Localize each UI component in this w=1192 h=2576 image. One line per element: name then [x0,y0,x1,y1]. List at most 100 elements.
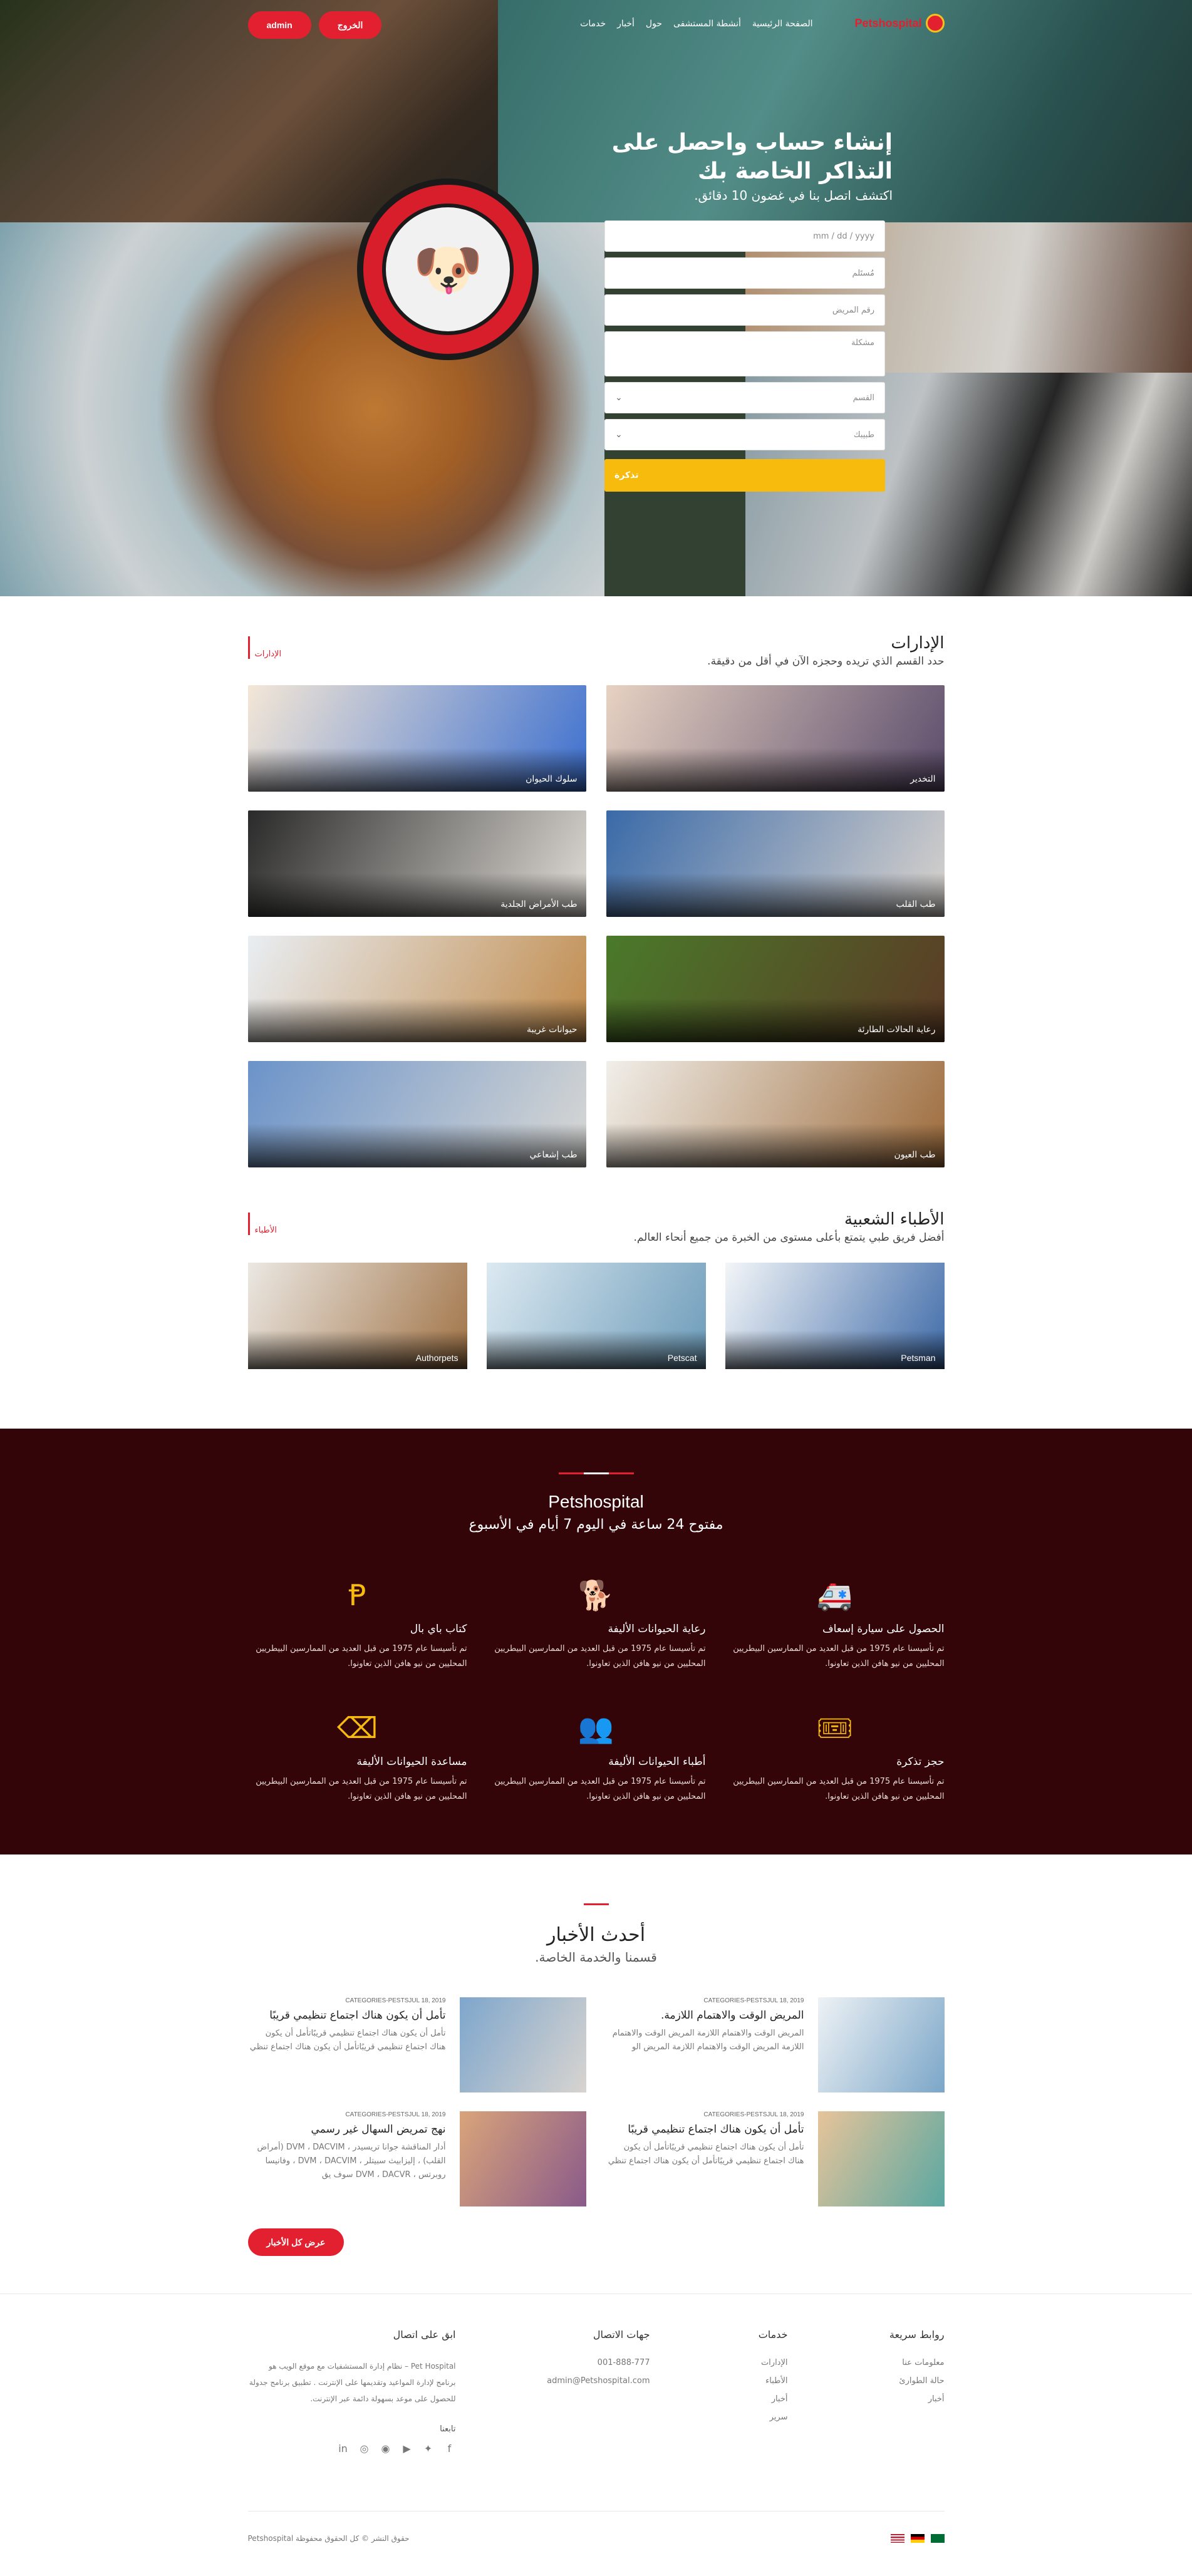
surname-placeholder: مُستَلم [852,268,874,278]
news-post-category[interactable]: CATEGORIES-PESTS [703,2111,767,2118]
twitter-icon[interactable]: ✦ [422,2443,435,2454]
flag-usa-icon[interactable] [890,2534,904,2543]
footer-stay-connected: ابق على اتصال Pet Hospital – نظام إدارة … [248,2329,456,2454]
footer-services: خدمات الإدارات الأطباء أخبار سرير [650,2329,788,2454]
submit-ticket-button[interactable]: تذكرة [604,459,885,492]
news-post-category[interactable]: CATEGORIES-PESTS [703,1997,767,2004]
youtube-icon[interactable]: ▶ [401,2443,413,2454]
departments-section: الإدارات حدد القسم الذي تريده وحجزه الآن… [0,596,1192,1167]
department-card[interactable]: حيوانات غريبة [247,936,586,1042]
footer-link-news[interactable]: أخبار [788,2394,945,2404]
footer-contacts: جهات الاتصال 001-888-777 admin@Petshospi… [456,2329,650,2454]
footer-link-about[interactable]: معلومات عنا [788,2358,944,2367]
hero-subtitle: اكتشف اتصل بنا في غضون 10 دقائق. [694,188,893,203]
pet-badge-logo: 🐶 [357,178,539,360]
department-label: حيوانات غريبة [527,1025,578,1035]
footer-link-news2[interactable]: أخبار [650,2394,788,2404]
department-caption: طب إشعاعي [247,1124,586,1167]
site-logo[interactable]: Petshospital [854,14,945,33]
department-caption: حيوانات غريبة [247,998,586,1042]
services-brand: Petshospital [548,1492,644,1511]
admin-button[interactable]: admin [247,11,311,39]
doctor-select[interactable]: طبيبك ⌄ [604,419,885,450]
footer-link-bed[interactable]: سرير [650,2413,788,2422]
flag-germany-icon[interactable] [910,2534,925,2543]
news-post-category[interactable]: CATEGORIES-PESTS [345,2111,408,2118]
hero-overlay [0,0,1192,596]
github-icon[interactable]: ◉ [380,2443,392,2454]
department-card[interactable]: التخدير [606,685,945,792]
date-field[interactable]: mm / dd / yyyy [604,220,885,252]
news-post-title[interactable]: تأمل أن يكون هناك اجتماع تنظيمي قريبًا [606,2123,804,2136]
doctors-icon: 👥 [578,1710,614,1745]
footer-email[interactable]: admin@Petshospital.com [456,2376,650,2386]
surname-field[interactable]: مُستَلم [604,257,885,289]
department-card[interactable]: رعاية الحالات الطارئة [606,936,945,1042]
flag-saudi-icon[interactable] [930,2534,945,2543]
linkedin-icon[interactable]: in [337,2443,350,2454]
service-item: 🎟 حجز تذكرة تم تأسيسنا عام 1975 من قبل الع… [725,1709,944,1804]
service-item: ⌫ مساعدة الحيوانات الأليفة تم تأسيسنا عام … [248,1709,467,1804]
news-post-body: CATEGORIES-PESTSJUL 18, 2019 تأمل أن يكون… [248,1997,446,2092]
department-caption: طب الأمراض الجلدية [247,873,586,917]
news-post-title[interactable]: تأمل أن يكون هناك اجتماع تنظيمي قريبًا [248,2009,445,2022]
news-post[interactable]: CATEGORIES-PESTSJUL 18, 2019 تأمل أن يكون… [248,1997,586,2092]
footer-quick-links-title: روابط سريعة [889,2329,945,2341]
view-all-news-button[interactable]: عرض كل الأخبار [247,2228,345,2256]
service-text: تم تأسيسنا عام 1975 من قبل العديد من الم… [256,1644,467,1668]
menu-item-services[interactable]: خدمات [580,19,606,29]
department-card[interactable]: سلوك الحيوان [247,685,586,792]
department-card[interactable]: طب إشعاعي [247,1061,586,1167]
doctor-card[interactable]: Petscat [486,1263,706,1369]
pet-help-icon: ⌫ [336,1711,378,1745]
menu-item-home[interactable]: الصفحة الرئيسية [752,19,813,29]
menu-item-news[interactable]: أخبار [617,19,635,29]
department-select[interactable]: القسم ⌄ [604,382,885,413]
service-icon-wrap: Ᵽ [248,1576,467,1614]
news-post-body: CATEGORIES-PESTSJUL 18, 2019 تأمل أن يكون… [606,2111,804,2206]
section-divider [558,1903,634,1905]
logout-button[interactable]: الخروج [318,11,382,39]
news-post-title[interactable]: المريض الوقت والاهتمام اللازمة. [606,2009,804,2022]
department-card[interactable]: طب القلب [606,810,945,917]
news-post-thumbnail[interactable] [817,1997,945,2092]
department-label: رعاية الحالات الطارئة [858,1025,936,1035]
news-post-title[interactable]: نهج تمريض السهال غير رسمي [248,2123,446,2136]
doctor-caption: Petsman [725,1330,945,1369]
footer-link-emergency[interactable]: حالة الطوارئ [788,2376,944,2386]
department-label: سلوك الحيوان [526,774,578,784]
paypal-icon: Ᵽ [348,1578,366,1612]
news-post[interactable]: CATEGORIES-PESTSJUL 18, 2019 تأمل أن يكون… [606,2111,945,2206]
footer-stay-title: ابق على اتصال [393,2329,456,2341]
department-card[interactable]: طب الأمراض الجلدية [247,810,586,917]
patient-number-field[interactable]: رقم المريض [604,294,885,326]
logo-text: Petshospital [854,16,922,29]
department-label: طب القلب [896,899,936,909]
news-post-thumbnail[interactable] [817,2111,945,2206]
problem-textarea[interactable]: مشكلة [604,331,885,376]
menu-item-about[interactable]: حول [646,19,662,29]
doctor-card[interactable]: Authorpets [247,1263,467,1369]
date-placeholder: mm / dd / yyyy [813,231,874,241]
department-caption: طب العيون [606,1124,945,1167]
problem-placeholder: مشكلة [851,338,874,348]
department-card[interactable]: طب العيون [606,1061,945,1167]
news-post[interactable]: CATEGORIES-PESTSJUL 18, 2019 نهج تمريض ال… [248,2111,586,2206]
footer-link-doctors[interactable]: الأطباء [650,2376,787,2386]
ambulance-icon: 🚑 [816,1578,853,1612]
news-post-thumbnail[interactable] [459,1997,586,2092]
news-post-thumbnail[interactable] [459,2111,586,2206]
footer-phone: 001-888-777 [597,2358,650,2367]
menu-item-activities[interactable]: أنشطة المستشفى [673,19,741,29]
service-item: 🐕 رعاية الحيوانات الأليفة تم تأسيسنا عام 1… [487,1576,705,1672]
news-post-category[interactable]: CATEGORIES-PESTS [345,1997,408,2004]
doctor-card[interactable]: Petsman [725,1263,945,1369]
news-post-body: CATEGORIES-PESTSJUL 18, 2019 المريض الوقت… [606,1997,804,2092]
facebook-icon[interactable]: f [443,2443,456,2454]
language-flags [890,2534,945,2543]
dribbble-icon[interactable]: ◎ [358,2443,371,2454]
news-post[interactable]: CATEGORIES-PESTSJUL 18, 2019 المريض الوقت… [606,1997,945,2092]
footer-link-departments[interactable]: الإدارات [650,2358,788,2367]
chevron-down-icon: ⌄ [615,393,623,403]
dog-cat-icon: 🐶 [382,204,514,335]
